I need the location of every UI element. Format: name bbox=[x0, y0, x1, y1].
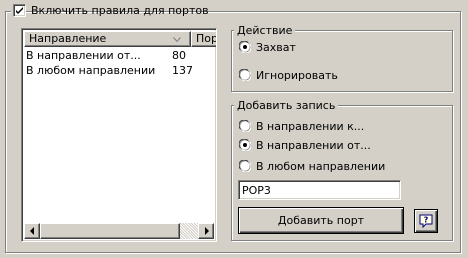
action-group-title: Действие bbox=[234, 24, 296, 37]
help-icon: ? bbox=[419, 214, 433, 229]
help-button[interactable]: ? bbox=[414, 209, 438, 233]
svg-text:?: ? bbox=[424, 216, 429, 225]
scroll-right-icon bbox=[205, 227, 209, 235]
enable-rules-checkbox[interactable] bbox=[13, 4, 26, 17]
row-port: 137 bbox=[172, 64, 193, 77]
scroll-left-button[interactable] bbox=[24, 223, 40, 239]
chevron-down-icon bbox=[173, 37, 181, 42]
radio-direction-from-label: В направлении от... bbox=[256, 139, 371, 152]
column-header-port-label: Порт bbox=[196, 32, 216, 45]
radio-direction-to-button[interactable] bbox=[239, 120, 251, 132]
radio-capture-label: Захват bbox=[256, 41, 296, 54]
radio-direction-to-label: В направлении к... bbox=[256, 120, 365, 133]
column-header-port[interactable]: Порт bbox=[191, 31, 216, 47]
add-port-button[interactable]: Добавить порт bbox=[238, 207, 404, 234]
scroll-thumb[interactable] bbox=[40, 223, 180, 239]
row-direction: В любом направлении bbox=[26, 64, 156, 77]
column-header-direction-label: Направление bbox=[29, 32, 107, 45]
scroll-right-button[interactable] bbox=[198, 223, 214, 239]
enable-rules-label: Включить правила для портов bbox=[31, 4, 209, 17]
scroll-left-icon bbox=[30, 227, 34, 235]
radio-ignore-button[interactable] bbox=[239, 69, 251, 81]
column-header-direction[interactable]: Направление bbox=[24, 31, 191, 47]
add-entry-group-title: Добавить запись bbox=[234, 99, 339, 112]
radio-capture-button[interactable] bbox=[239, 41, 251, 53]
radio-ignore-label: Игнорировать bbox=[256, 69, 338, 82]
action-group bbox=[231, 30, 453, 92]
radio-any-direction-button[interactable] bbox=[239, 160, 251, 172]
port-input[interactable] bbox=[238, 180, 401, 200]
radio-any-direction-label: В любом направлении bbox=[256, 160, 386, 173]
row-port: 80 bbox=[172, 49, 186, 62]
radio-direction-from-button[interactable] bbox=[239, 139, 251, 151]
checkmark-icon bbox=[16, 7, 23, 14]
row-direction: В направлении от... bbox=[26, 49, 141, 62]
port-list[interactable]: Направление Порт В направлении от... 80 … bbox=[21, 28, 217, 242]
enable-rules-checkbox-row[interactable]: Включить правила для портов bbox=[11, 3, 209, 19]
